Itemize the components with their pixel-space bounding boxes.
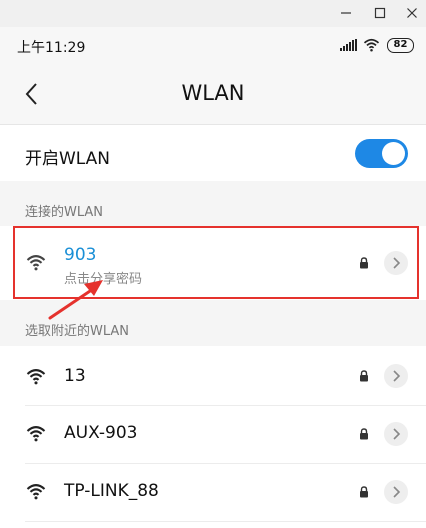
connected-section-label: 连接的WLAN <box>25 205 104 220</box>
battery-badge: 82 <box>387 38 414 53</box>
wlan-toggle-row: 开启WLAN <box>0 124 426 181</box>
network-detail-chevron-icon[interactable] <box>384 364 408 388</box>
network-name: 13 <box>64 366 86 386</box>
network-name: AUX-903 <box>64 423 138 443</box>
lock-icon <box>360 428 368 440</box>
wifi-icon <box>26 426 46 442</box>
page-header: WLAN <box>0 64 426 124</box>
wlan-toggle-switch[interactable] <box>355 139 408 168</box>
wifi-icon <box>26 369 46 385</box>
network-row[interactable]: AUX-903 <box>0 406 426 463</box>
divider <box>25 521 426 522</box>
wifi-status-icon <box>363 38 380 52</box>
close-icon[interactable] <box>402 3 422 23</box>
maximize-icon[interactable] <box>370 3 390 23</box>
network-row[interactable]: TP-LINK_88 <box>0 464 426 528</box>
network-detail-chevron-icon[interactable] <box>384 422 408 446</box>
network-name: TP-LINK_88 <box>64 481 159 501</box>
lock-icon <box>360 370 368 382</box>
signal-icon <box>340 39 357 51</box>
switch-knob <box>382 142 405 165</box>
wlan-toggle-label: 开启WLAN <box>25 149 111 169</box>
window-titlebar <box>0 0 426 27</box>
network-row[interactable]: 13 <box>0 347 426 405</box>
minimize-icon[interactable] <box>336 3 356 23</box>
status-bar: 上午11:29 82 <box>0 27 426 64</box>
network-detail-chevron-icon[interactable] <box>384 480 408 504</box>
nearby-section-label: 选取附近的WLAN <box>25 324 130 339</box>
page-title: WLAN <box>181 81 245 105</box>
wifi-icon <box>26 484 46 500</box>
highlight-box <box>13 226 419 299</box>
lock-icon <box>360 486 368 498</box>
status-time: 上午11:29 <box>17 40 86 56</box>
